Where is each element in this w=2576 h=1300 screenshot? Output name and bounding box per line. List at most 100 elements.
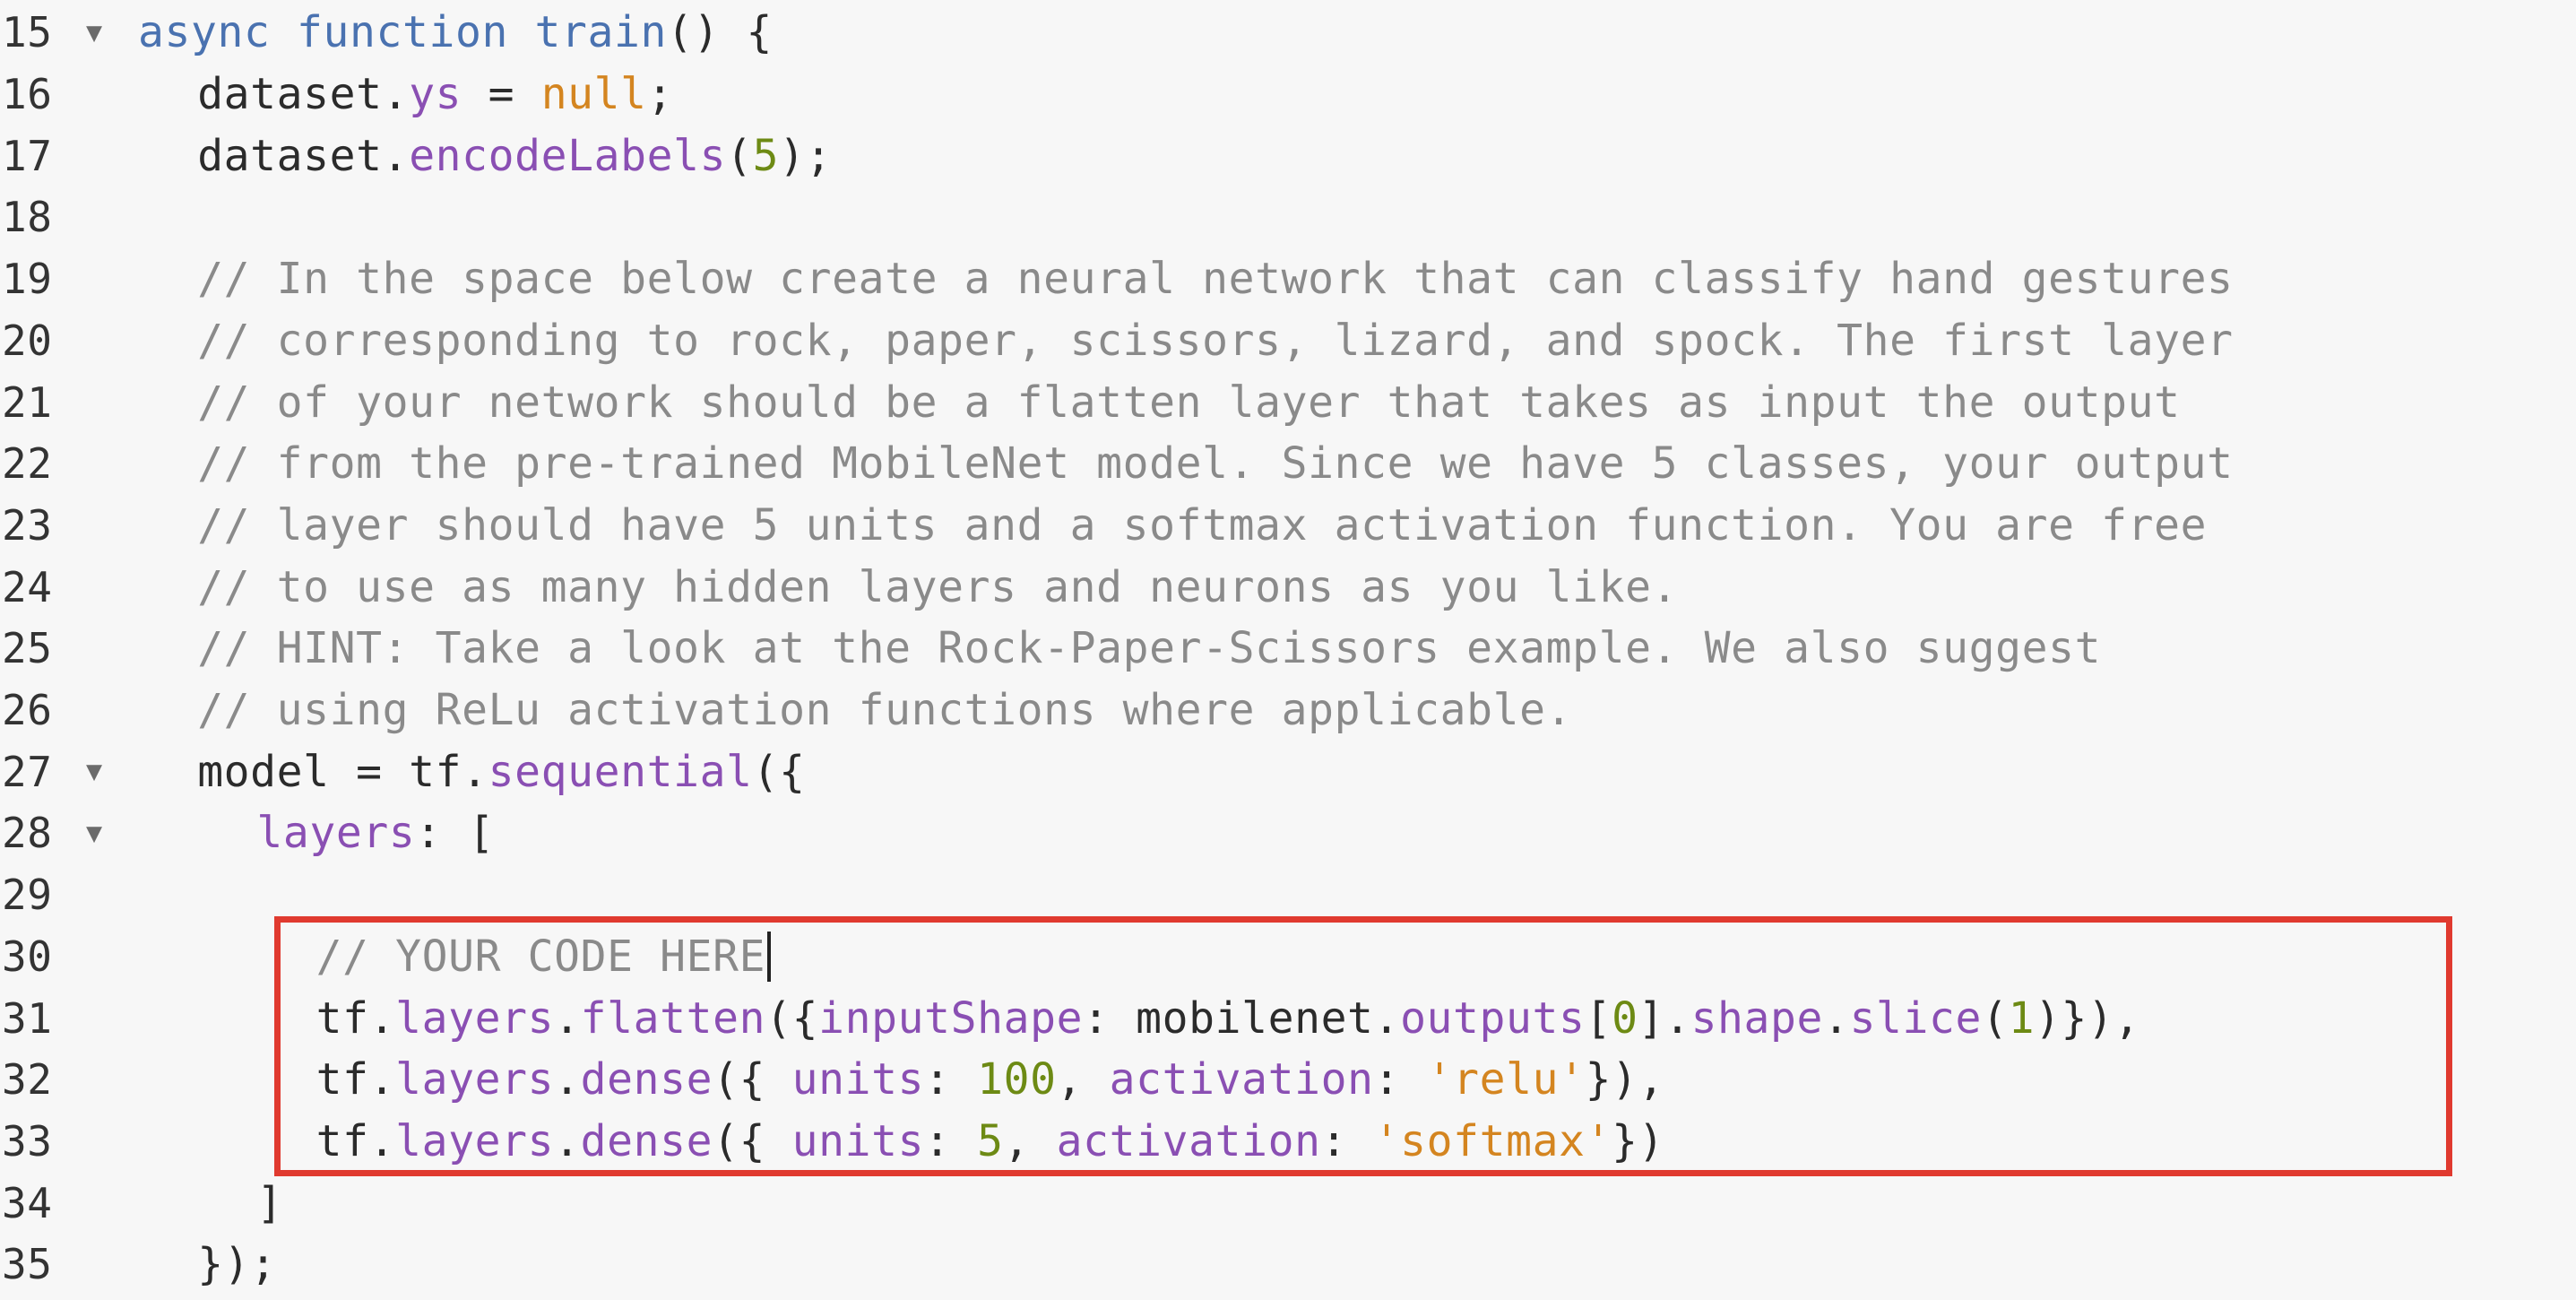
- code-line[interactable]: 26 // using ReLu activation functions whe…: [0, 680, 2576, 741]
- code-line[interactable]: 16 dataset. ys = null;: [0, 64, 2576, 126]
- code-token: }): [1612, 1115, 1665, 1166]
- fold-arrow-icon[interactable]: ▼: [86, 802, 103, 864]
- code-token: (: [1982, 992, 2009, 1044]
- fold-arrow-icon[interactable]: ▼: [86, 741, 103, 802]
- code-token: });: [197, 1239, 277, 1290]
- code-text: // of your network should be a flatten l…: [197, 371, 2180, 433]
- code-line[interactable]: 22 // from the pre-trained MobileNet mode…: [0, 433, 2576, 495]
- code-token: null: [540, 69, 647, 120]
- code-token: flatten: [580, 992, 766, 1044]
- code-token: : mobilenet.: [1083, 992, 1401, 1044]
- code-line[interactable]: 31 tf. layers. flatten({inputShape: mobilen…: [0, 987, 2576, 1049]
- code-line[interactable]: 23 // layer should have 5 units and a sof…: [0, 495, 2576, 557]
- code-token: // corresponding to rock, paper, scissor…: [197, 315, 2234, 366]
- code-token: dense: [580, 1054, 713, 1105]
- code-token: )}),: [2035, 992, 2141, 1044]
- code-token: 5: [977, 1115, 1004, 1166]
- code-token: ,: [1056, 1054, 1110, 1105]
- code-text: tf. layers. dense({ units: 5, activation: …: [316, 1111, 1664, 1173]
- code-token: () {: [667, 7, 773, 58]
- code-line[interactable]: 15 ▼ async function train() {: [0, 2, 2576, 64]
- code-token: ({: [713, 1115, 792, 1166]
- code-token: ,: [1003, 1115, 1057, 1166]
- code-text: // to use as many hidden layers and neur…: [197, 556, 1678, 618]
- code-line[interactable]: 28 ▼ layers: [: [0, 802, 2576, 864]
- code-token: );: [779, 130, 833, 181]
- code-token: function: [297, 7, 535, 58]
- code-text: model = tf. sequential({: [197, 741, 805, 802]
- code-token: =: [462, 69, 541, 120]
- line-number: 21: [2, 377, 53, 427]
- code-editor[interactable]: 15 ▼ async function train() { 16 dataset. ys …: [0, 0, 2576, 1300]
- code-line[interactable]: 24 // to use as many hidden layers and ne…: [0, 556, 2576, 618]
- code-token: async: [138, 7, 297, 58]
- code-line[interactable]: 35});: [0, 1234, 2576, 1296]
- code-token: units: [791, 1115, 925, 1166]
- line-number: 35: [2, 1240, 53, 1289]
- code-token: :: [1373, 1054, 1427, 1105]
- code-line[interactable]: 34]: [0, 1172, 2576, 1234]
- code-text: dataset. encodeLabels(5);: [197, 125, 832, 186]
- code-text: tf. layers. dense({ units: 100, activation…: [316, 1049, 1664, 1111]
- code-token: 'softmax': [1373, 1115, 1612, 1166]
- line-number: 24: [2, 562, 53, 611]
- code-token: layers: [395, 1115, 555, 1166]
- code-token: 5: [752, 130, 780, 181]
- code-text: dataset. ys = null;: [197, 64, 673, 126]
- line-number: 28: [2, 809, 53, 858]
- text-cursor: [767, 931, 772, 982]
- code-token: // YOUR CODE HERE: [316, 931, 766, 982]
- code-token: shape: [1690, 992, 1824, 1044]
- code-token: sequential: [488, 746, 753, 797]
- code-line[interactable]: 18: [0, 186, 2576, 248]
- line-number: 31: [2, 993, 53, 1043]
- code-token: 100: [977, 1054, 1057, 1105]
- code-line[interactable]: 17 dataset. encodeLabels(5);: [0, 125, 2576, 186]
- code-line[interactable]: 30 // YOUR CODE HERE: [0, 926, 2576, 988]
- line-number: 26: [2, 686, 53, 735]
- code-token: layers: [395, 1054, 555, 1105]
- code-line[interactable]: 27 ▼ model = tf. sequential({: [0, 741, 2576, 802]
- code-text: // using ReLu activation functions where…: [197, 680, 1572, 741]
- line-number: 15: [2, 8, 53, 57]
- code-token: [: [1585, 992, 1612, 1044]
- code-token: units: [791, 1054, 925, 1105]
- code-token: inputShape: [818, 992, 1084, 1044]
- line-number: 19: [2, 255, 53, 304]
- code-text: // In the space below create a neural ne…: [197, 248, 2233, 310]
- code-line[interactable]: 33 tf. layers. dense({ units: 5, activation…: [0, 1111, 2576, 1173]
- code-token: tf.: [316, 992, 396, 1044]
- code-token: tf.: [316, 1115, 396, 1166]
- code-text: // corresponding to rock, paper, scissor…: [197, 310, 2233, 372]
- line-number: 22: [2, 439, 53, 489]
- code-token: outputs: [1400, 992, 1586, 1044]
- code-line[interactable]: 32 tf. layers. dense({ units: 100, activati…: [0, 1049, 2576, 1111]
- code-text: // HINT: Take a look at the Rock-Paper-S…: [197, 618, 2101, 680]
- line-number: 16: [2, 70, 53, 119]
- code-line[interactable]: 25 // HINT: Take a look at the Rock-Paper…: [0, 618, 2576, 680]
- code-line[interactable]: 29: [0, 864, 2576, 926]
- code-line[interactable]: 19 // In the space below create a neural …: [0, 248, 2576, 310]
- code-text: });: [197, 1234, 277, 1296]
- code-token: :: [924, 1054, 978, 1105]
- code-line[interactable]: 21 // of your network should be a flatten…: [0, 371, 2576, 433]
- code-text: tf. layers. flatten({inputShape: mobilenet…: [316, 987, 2140, 1049]
- fold-arrow-icon[interactable]: ▼: [86, 2, 103, 64]
- code-token: 'relu': [1426, 1054, 1586, 1105]
- code-line[interactable]: 20 // corresponding to rock, paper, sciss…: [0, 310, 2576, 372]
- line-number: 32: [2, 1055, 53, 1105]
- code-token: dataset.: [197, 69, 410, 120]
- code-token: layers: [256, 808, 416, 859]
- line-number: 23: [2, 500, 53, 550]
- code-token: activation: [1109, 1054, 1374, 1105]
- code-token: // using ReLu activation functions where…: [197, 685, 1573, 736]
- line-number: 18: [2, 193, 53, 242]
- code-token: : [: [415, 808, 495, 859]
- line-number: 30: [2, 932, 53, 981]
- code-token: encodeLabels: [409, 130, 727, 181]
- line-number: 25: [2, 624, 53, 673]
- line-number: 33: [2, 1116, 53, 1166]
- code-text: async function train() {: [138, 2, 773, 64]
- code-token: // to use as many hidden layers and neur…: [197, 561, 1679, 612]
- code-token: // HINT: Take a look at the Rock-Paper-S…: [197, 623, 2102, 674]
